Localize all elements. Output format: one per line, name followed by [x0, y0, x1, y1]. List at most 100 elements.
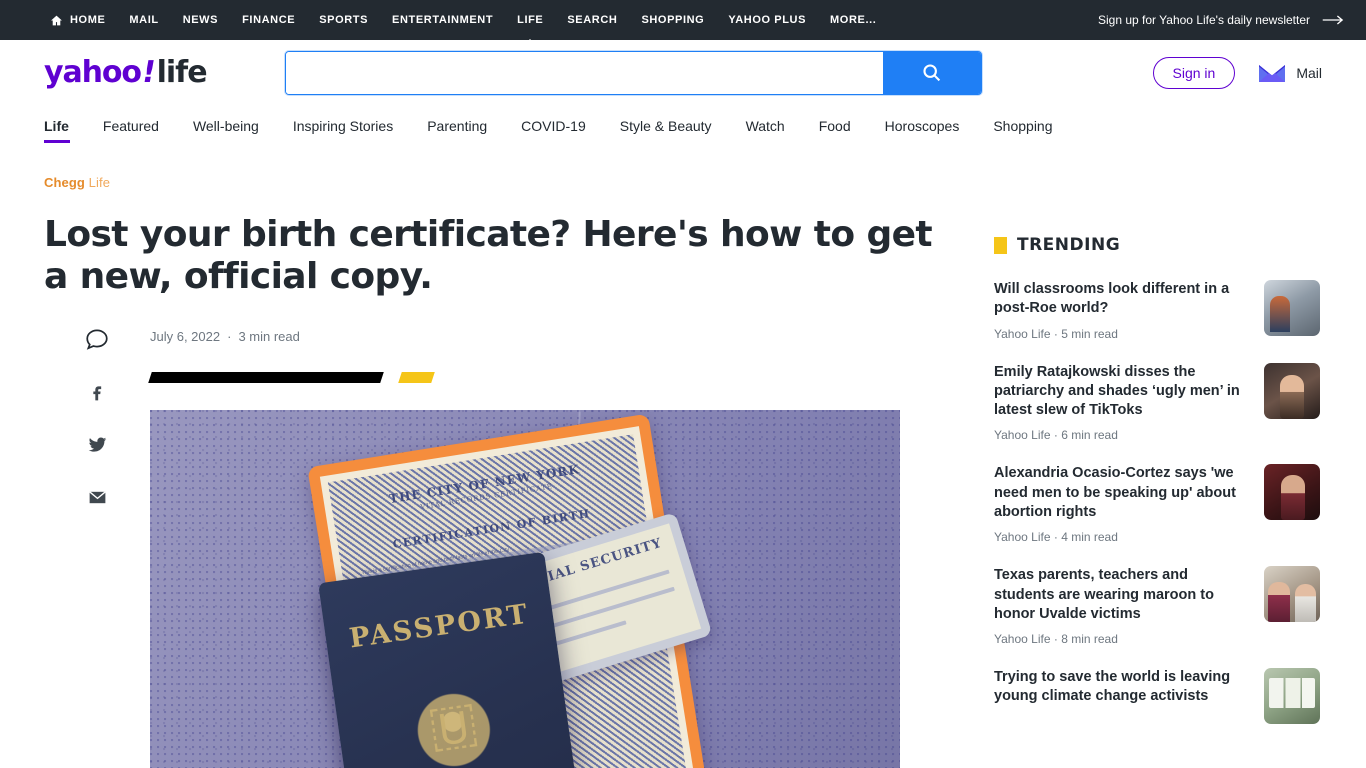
trending-item-text: Texas parents, teachers and students are…: [994, 566, 1250, 646]
page-title: Lost your birth certificate? Here's how …: [44, 214, 933, 297]
subnav-item-life[interactable]: Life: [44, 105, 86, 147]
trending-source: Yahoo Life: [994, 632, 1051, 647]
list-item[interactable]: Will classrooms look different in a post…: [994, 269, 1320, 352]
topnav-item-search[interactable]: SEARCH: [555, 0, 629, 40]
aoc-thumbnail[interactable]: [1264, 464, 1320, 521]
topnav-item-more[interactable]: MORE...: [818, 0, 888, 40]
trending-read-time: 8 min read: [1061, 632, 1118, 647]
subnav-item-style-beauty[interactable]: Style & Beauty: [603, 105, 729, 147]
brand-name-bold: Chegg: [44, 175, 85, 190]
home-icon: [51, 15, 62, 25]
eagle-crest-icon: 🇺: [424, 688, 482, 758]
logo-life-text: life: [156, 55, 208, 90]
topnav-item-home[interactable]: HOME: [44, 0, 117, 40]
newsletter-signup-link[interactable]: Sign up for Yahoo Life's daily newslette…: [1098, 13, 1344, 27]
list-item[interactable]: Trying to save the world is leaving youn…: [994, 657, 1320, 735]
trending-item-meta: Yahoo Life · 6 min read: [994, 428, 1250, 442]
topnav-label: YAHOO PLUS: [728, 14, 807, 26]
topnav-item-shopping[interactable]: SHOPPING: [629, 0, 716, 40]
emily-ratajkowski-thumbnail[interactable]: [1264, 362, 1320, 419]
article-hero-image: THE CITY OF NEW YORK VITAL RECORDS CERTI…: [150, 409, 900, 768]
trending-source: Yahoo Life: [994, 326, 1051, 341]
article-brand[interactable]: Chegg Life: [44, 175, 964, 190]
subnav-label: COVID-19: [521, 117, 586, 134]
search-input[interactable]: [285, 51, 883, 94]
trending-read-time: 4 min read: [1061, 530, 1118, 545]
sign-in-button[interactable]: Sign in: [1152, 56, 1236, 89]
search-bar[interactable]: [284, 50, 982, 95]
sponsor-brand-bar: [148, 372, 964, 384]
search-icon: [923, 64, 941, 82]
subnav-item-covid-19[interactable]: COVID-19: [504, 105, 603, 147]
trending-title: TRENDING: [1017, 235, 1121, 255]
topnav-label: FINANCE: [242, 14, 296, 26]
top-navigation-bar: HOME MAIL NEWS FINANCE SPORTS ENTERTAINM…: [0, 0, 1366, 40]
topnav-label: ENTERTAINMENT: [392, 14, 494, 26]
trending-separator: ·: [1053, 530, 1058, 545]
topnav-item-sports[interactable]: SPORTS: [307, 0, 380, 40]
comment-icon[interactable]: [84, 326, 110, 352]
trending-item-text: Alexandria Ocasio-Cortez says 'we need m…: [994, 464, 1250, 544]
list-item[interactable]: Alexandria Ocasio-Cortez says 'we need m…: [994, 453, 1320, 555]
trending-read-time: 6 min read: [1061, 428, 1118, 443]
topnav-item-mail[interactable]: MAIL: [117, 0, 170, 40]
trending-separator: ·: [1053, 326, 1058, 341]
sponsor-bar-black: [148, 372, 384, 383]
trending-read-time: 5 min read: [1061, 326, 1118, 341]
search-button[interactable]: [882, 51, 981, 94]
trending-accent-square: [994, 236, 1007, 254]
subnav-label: Shopping: [993, 117, 1053, 134]
email-icon[interactable]: [84, 485, 110, 511]
meta-separator: ·: [227, 329, 232, 344]
trending-item-title: Texas parents, teachers and students are…: [994, 567, 1214, 622]
classroom-students-thumbnail[interactable]: [1264, 280, 1320, 336]
subnav-item-food[interactable]: Food: [802, 105, 868, 147]
subnav-label: Food: [818, 117, 851, 134]
mail-link[interactable]: Mail: [1257, 62, 1322, 84]
subnav-item-well-being[interactable]: Well-being: [176, 105, 276, 147]
article-date: July 6, 2022: [150, 329, 221, 344]
subnav-label: Well-being: [192, 117, 259, 134]
logo-yahoo-text: yahoo: [44, 55, 142, 90]
masthead: yahoo! life Sign in Mail: [0, 40, 1366, 105]
trending-item-title: Will classrooms look different in a post…: [994, 281, 1230, 317]
subnav-item-shopping[interactable]: Shopping: [976, 105, 1069, 147]
passport-title: PASSPORT: [347, 598, 532, 654]
subnav-item-parenting[interactable]: Parenting: [410, 105, 504, 147]
topnav-label: NEWS: [182, 14, 219, 26]
trending-item-text: Will classrooms look different in a post…: [994, 280, 1250, 341]
topnav-label: HOME: [70, 14, 106, 26]
subnav-item-horoscopes[interactable]: Horoscopes: [868, 105, 977, 147]
list-item[interactable]: Emily Ratajkowski disses the patriarchy …: [994, 352, 1320, 454]
trending-item-meta: Yahoo Life · 5 min read: [994, 327, 1250, 341]
trending-item-title: Trying to save the world is leaving youn…: [994, 669, 1231, 705]
subnav-item-watch[interactable]: Watch: [729, 105, 802, 147]
trending-item-title: Alexandria Ocasio-Cortez says 'we need m…: [994, 465, 1236, 520]
yahoo-life-logo[interactable]: yahoo! life: [44, 55, 208, 90]
topnav-label: SPORTS: [319, 14, 369, 26]
texas-students-thumbnail[interactable]: [1264, 566, 1320, 623]
topnav-item-news[interactable]: NEWS: [171, 0, 230, 40]
trending-item-text: Emily Ratajkowski disses the patriarchy …: [994, 363, 1250, 443]
mail-envelope-icon: [1259, 64, 1286, 82]
twitter-icon[interactable]: [84, 432, 110, 458]
subnav-label: Life: [44, 117, 69, 134]
topnav-item-finance[interactable]: FINANCE: [230, 0, 307, 40]
trending-item-text: Trying to save the world is leaving youn…: [994, 668, 1250, 707]
topnav-item-life[interactable]: LIFE: [505, 0, 555, 40]
trending-separator: ·: [1053, 428, 1058, 443]
subnav-item-inspiring-stories[interactable]: Inspiring Stories: [276, 105, 410, 147]
topnav-item-yahoo-plus[interactable]: YAHOO PLUS: [716, 0, 818, 40]
trending-source: Yahoo Life: [994, 530, 1051, 545]
subnav-label: Parenting: [427, 117, 488, 134]
climate-protest-thumbnail[interactable]: [1264, 668, 1320, 725]
list-item[interactable]: Texas parents, teachers and students are…: [994, 555, 1320, 657]
page-content: Chegg Life Lost your birth certificate? …: [0, 147, 1366, 768]
subnav-label: Watch: [745, 117, 785, 134]
article-main-content: July 6, 2022 · 3 min read THE CITY OF NE…: [148, 324, 964, 768]
facebook-icon[interactable]: [84, 379, 110, 405]
topnav-item-entertainment[interactable]: ENTERTAINMENT: [380, 0, 505, 40]
subnav-item-featured[interactable]: Featured: [86, 105, 176, 147]
subnav-label: Featured: [102, 117, 159, 134]
trending-item-meta: Yahoo Life · 4 min read: [994, 530, 1250, 544]
